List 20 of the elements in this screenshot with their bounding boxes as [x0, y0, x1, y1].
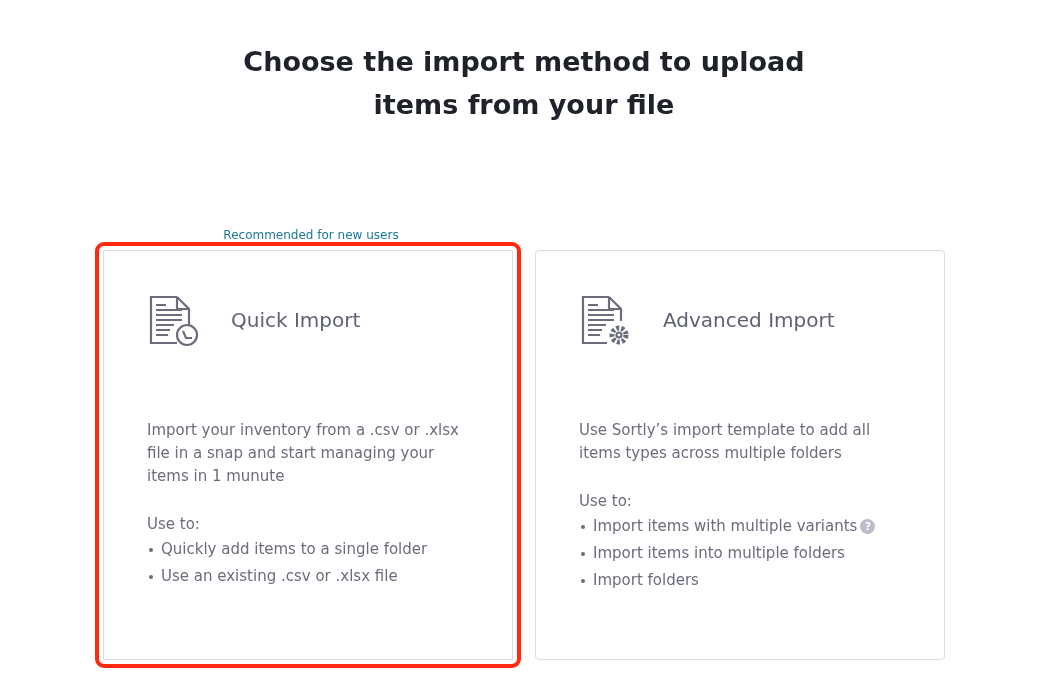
use-case-text: Import items with multiple variants — [593, 516, 858, 537]
import-option-card[interactable]: Advanced Import Use Sortly’s import template to add all items types across multiple folders Use to: Import items with multiple variants ? Import items into multiple folders Import folders — [535, 250, 945, 660]
bullet-icon — [581, 578, 585, 583]
recommended-label: Recommended for new users — [222, 228, 399, 244]
use-case-text: Quickly add items to a single folder — [161, 539, 428, 560]
bullet-icon — [581, 524, 585, 529]
option-title: Quick Import — [231, 308, 361, 332]
bullet-icon — [149, 574, 153, 579]
use-case-text: Import folders — [593, 570, 699, 591]
use-case-text: Import items into multiple folders — [593, 543, 845, 564]
option-description: Use Sortly’s import template to add all items types across multiple folders — [579, 420, 872, 464]
use-case-text: Use an existing .csv or .xlsx file — [161, 566, 398, 587]
document-clock-icon — [147, 293, 201, 347]
bullet-icon — [581, 551, 585, 556]
option-description: Import your inventory from a .csv or .xlsx file in a snap and start managing your items in 1 munute — [147, 420, 460, 487]
page-heading: Choose the import method to upload items from your file — [242, 45, 806, 122]
use-to-label: Use to: — [147, 514, 201, 535]
use-to-label: Use to: — [579, 491, 633, 512]
option-title: Advanced Import — [663, 308, 835, 332]
bullet-icon — [149, 547, 153, 552]
